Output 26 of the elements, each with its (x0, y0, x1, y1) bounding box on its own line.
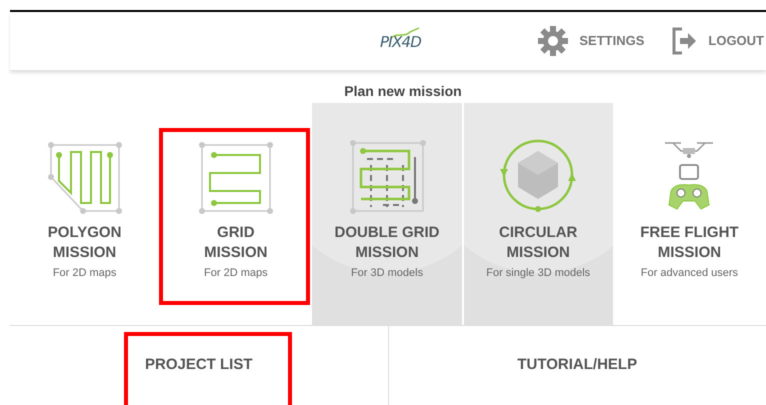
settings-icon (537, 25, 570, 57)
mission-subtitle: For 2D maps (204, 266, 268, 281)
mission-subtitle: For advanced users (640, 266, 738, 281)
double-grid-path-icon (347, 139, 427, 215)
logout-icon (672, 27, 698, 55)
mission-title: MISSION (506, 243, 570, 263)
mission-title: DOUBLE GRID (334, 223, 440, 243)
mission-title: MISSION (658, 243, 722, 263)
mission-subtitle: For 3D models (350, 266, 424, 281)
mission-title: POLYGON (48, 223, 122, 243)
mission-title: CIRCULAR (499, 223, 578, 243)
mission-subtitle: For 2D maps (52, 266, 116, 281)
grid-path-icon (198, 141, 274, 215)
mission-card[interactable]: DOUBLE GRID MISSION For 3D models (312, 103, 462, 325)
settings-button[interactable]: SETTINGS (537, 25, 644, 57)
mission-title: MISSION (355, 243, 419, 263)
mission-title: GRID (217, 223, 255, 243)
mission-title: MISSION (204, 243, 268, 263)
mission-title: FREE FLIGHT (640, 223, 739, 243)
logo: PIX4D (380, 35, 422, 50)
mission-title: MISSION (52, 243, 116, 263)
section-heading: Plan new mission (344, 82, 462, 101)
polygon-path-icon (46, 141, 123, 215)
mission-subtitle: For single 3D models (486, 266, 590, 281)
mission-card[interactable]: CIRCULAR MISSION For single 3D models (464, 103, 613, 325)
logout-button[interactable]: LOGOUT (672, 27, 764, 55)
